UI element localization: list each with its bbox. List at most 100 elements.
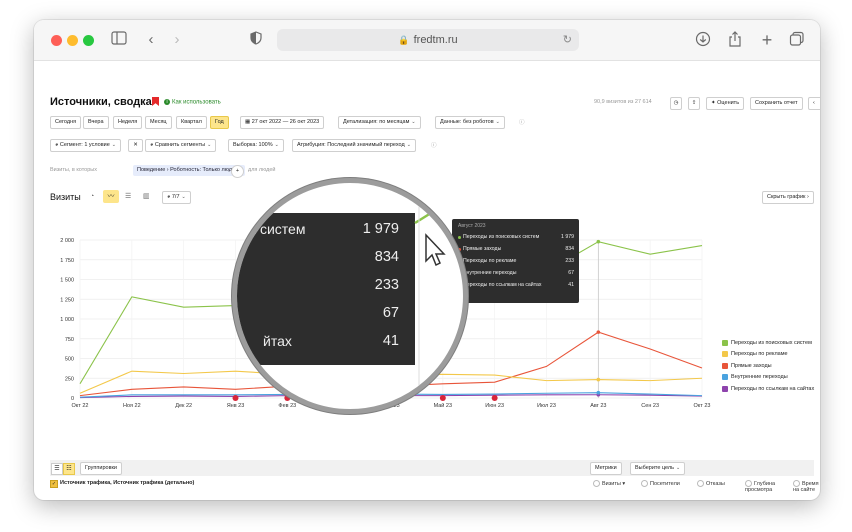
clear-segment-button[interactable]: ✕: [128, 139, 143, 152]
forward-icon[interactable]: ›: [168, 31, 186, 49]
tooltip-row: Переходы по рекламе 233: [458, 258, 574, 264]
period-today-button[interactable]: Сегодня: [50, 116, 82, 129]
y-tick-label: 1 000: [60, 317, 74, 323]
metrics-button[interactable]: Метрики: [590, 462, 622, 475]
chevron-down-icon: ⌄: [111, 142, 116, 148]
hide-chart-button[interactable]: Скрыть график ›: [762, 191, 814, 204]
chart-type-area-icon[interactable]: ☰: [125, 192, 131, 200]
column-header-label: Отказы: [706, 480, 725, 487]
radio-icon: [745, 480, 752, 487]
close-window-button[interactable]: [51, 35, 62, 46]
more-button[interactable]: ‹: [808, 97, 820, 110]
shield-icon[interactable]: [247, 31, 265, 49]
zoom-window-button[interactable]: [83, 35, 94, 46]
calendar-icon: ▦: [245, 119, 251, 125]
date-range-button[interactable]: ▦ 27 окт 2022 — 26 окт 2023: [240, 116, 325, 129]
goal-label: Выберите цель: [635, 465, 674, 471]
chart-title: Визиты: [50, 192, 81, 202]
row-checkbox[interactable]: ✓: [50, 480, 58, 488]
radio-icon: [793, 480, 800, 487]
filter-suffix: для людей: [248, 167, 276, 173]
chart-type-bar-icon[interactable]: ▥: [143, 192, 150, 200]
annotation-marker: [491, 395, 498, 401]
chart-legend: Переходы из поисковых систем Переходы по…: [722, 337, 820, 395]
legend-item[interactable]: Прямые заходы: [722, 360, 820, 372]
legend-swatch: [722, 374, 728, 381]
goal-select[interactable]: Выберите цель ⌄: [630, 462, 686, 475]
legend-item[interactable]: Переходы по ссылкам на сайтах: [722, 383, 820, 395]
column-header-depth[interactable]: Глубина просмотра: [745, 480, 789, 493]
download-icon[interactable]: [694, 31, 712, 49]
list-view-icon[interactable]: ☰: [51, 463, 63, 475]
tabs-overview-icon[interactable]: [788, 31, 806, 49]
sidebar-icon[interactable]: [110, 31, 128, 49]
period-quarter-button[interactable]: Квартал: [176, 116, 207, 129]
groupings-button[interactable]: Группировки: [80, 462, 122, 475]
info-icon[interactable]: ⓘ: [519, 118, 525, 126]
address-bar[interactable]: 🔒 fredtm.ru ↻: [277, 29, 579, 51]
share-icon[interactable]: [726, 31, 744, 49]
column-header-time[interactable]: Время на сайте: [793, 480, 819, 493]
add-filter-button[interactable]: +: [231, 165, 244, 178]
back-icon[interactable]: ‹: [142, 31, 160, 49]
segment-icon: ◕: [55, 142, 59, 148]
legend-label: Переходы из поисковых систем: [731, 339, 812, 346]
data-select[interactable]: Данные: без роботов ⌄: [435, 116, 505, 129]
tooltip-row-value: 41: [568, 282, 574, 288]
data-point: [596, 239, 601, 244]
column-header-label: Визиты: [602, 480, 621, 487]
lock-icon: 🔒: [398, 35, 410, 45]
x-tick-label: Ноя 22: [123, 403, 141, 409]
tooltip-row-label: Прямые заходы: [463, 246, 502, 252]
history-button[interactable]: ◷: [670, 97, 682, 110]
save-report-label: Сохранить отчет: [755, 100, 798, 106]
chart-tooltip: Август 2023 Переходы из поисковых систем…: [452, 219, 579, 303]
minimize-window-button[interactable]: [67, 35, 78, 46]
column-header-bounce[interactable]: Отказы: [697, 480, 725, 487]
data-point: [596, 390, 601, 395]
column-header-visitors[interactable]: Посетители: [641, 480, 680, 487]
x-tick-label: Июн 23: [485, 403, 504, 409]
export-button[interactable]: ⇪: [688, 97, 700, 110]
chart-type-pie-icon[interactable]: ◔: [90, 193, 94, 200]
new-tab-icon[interactable]: +: [758, 31, 776, 49]
detail-label: Детализация: по месяцам: [343, 119, 410, 125]
series-select[interactable]: ◕ 7/7 ⌄: [162, 191, 191, 204]
chevron-down-icon: ⌄: [495, 119, 500, 125]
sample-select[interactable]: Выборка: 100% ⌄: [228, 139, 284, 152]
radio-icon: [697, 480, 704, 487]
data-label: Данные: без роботов: [440, 119, 494, 125]
column-header-visits[interactable]: Визиты ▾: [593, 480, 625, 487]
chart-type-line-icon[interactable]: 〰: [103, 190, 119, 203]
howto-link[interactable]: i Как использовать: [164, 99, 221, 106]
tooltip-row-value: 67: [568, 270, 574, 276]
legend-item[interactable]: Переходы по рекламе: [722, 349, 820, 361]
tree-view-icon[interactable]: ☷: [63, 463, 75, 475]
info-icon[interactable]: ⓘ: [431, 141, 437, 149]
attribution-select[interactable]: Атрибуция: Последний значимый переход ⌄: [292, 139, 416, 152]
chevron-down-icon: ⌄: [207, 142, 212, 148]
rate-button[interactable]: ✦ Оценить: [706, 97, 745, 110]
legend-item[interactable]: Переходы из поисковых систем: [722, 337, 820, 349]
legend-swatch: [722, 362, 728, 369]
dimension-label: Источник трафика, Источник трафика (дета…: [60, 480, 195, 486]
compare-label: Сравнить сегменты: [154, 142, 206, 148]
period-month-button[interactable]: Месяц: [145, 116, 172, 129]
tooltip-row: Переходы по ссылкам на сайтах 41: [458, 282, 574, 288]
save-report-button[interactable]: Сохранить отчет: [750, 97, 803, 110]
x-tick-label: Дек 22: [175, 403, 192, 409]
attribution-label: Атрибуция: Последний значимый переход: [297, 142, 405, 148]
period-year-button[interactable]: Год: [210, 116, 229, 129]
bookmark-icon[interactable]: [152, 97, 159, 106]
reload-icon[interactable]: ↻: [563, 29, 572, 51]
segment-button[interactable]: ◕ Сегмент: 1 условие ⌄: [50, 139, 121, 152]
compare-segments-button[interactable]: ◕ Сравнить сегменты ⌄: [145, 139, 217, 152]
detail-select[interactable]: Детализация: по месяцам ⌄: [338, 116, 421, 129]
period-yesterday-button[interactable]: Вчера: [83, 116, 109, 129]
filter-chip[interactable]: Поведение › Роботность: Только люди ✕: [133, 165, 246, 176]
compare-icon: ◕: [150, 142, 154, 148]
period-week-button[interactable]: Неделя: [113, 116, 143, 129]
y-tick-label: 0: [71, 396, 74, 402]
tooltip-row-label: Внутренние переходы: [463, 270, 517, 276]
legend-item[interactable]: Внутренние переходы: [722, 372, 820, 384]
